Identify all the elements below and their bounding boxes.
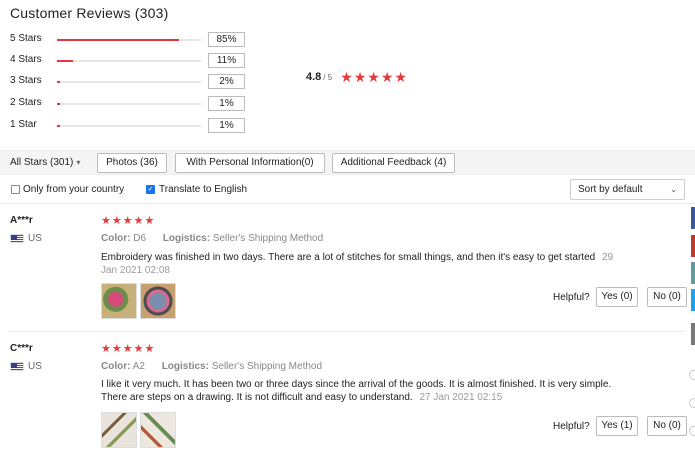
rating-row-1[interactable]: 1 Star 1%: [10, 118, 250, 134]
helpful-yes-button[interactable]: Yes (1): [596, 416, 638, 436]
review-text-block: Embroidery was finished in two days. The…: [101, 251, 631, 277]
helpful-yes-button[interactable]: Yes (0): [596, 287, 638, 307]
logistics-value: Seller's Shipping Method: [211, 361, 323, 372]
rating-row-5[interactable]: 5 Stars 85%: [10, 32, 250, 48]
rating-label: 3 Stars: [10, 75, 42, 86]
feedback-icon[interactable]: [689, 398, 695, 408]
only-country-checkbox[interactable]: [11, 185, 20, 194]
logistics-value: Seller's Shipping Method: [212, 233, 324, 244]
us-flag-icon: [10, 362, 24, 371]
all-stars-dropdown[interactable]: All Stars (301) ▾: [10, 157, 80, 168]
rating-bar-fill: [57, 60, 73, 62]
filter-additional-feedback-button[interactable]: Additional Feedback (4): [332, 153, 455, 173]
sort-select[interactable]: Sort by default ⌄: [570, 179, 685, 200]
share-tab-pinterest[interactable]: [691, 235, 695, 257]
helpful-no-button[interactable]: No (0): [647, 287, 687, 307]
review-text-block: I like it very much. It has been two or …: [101, 378, 631, 404]
review-date: 27 Jan 2021 02:15: [419, 392, 503, 403]
rating-row-4[interactable]: 4 Stars 11%: [10, 53, 250, 69]
rating-bar-track: [57, 81, 201, 83]
reviewer-name: C***r: [10, 343, 33, 354]
logistics-label: Logistics:: [162, 233, 211, 244]
reviewer-country: US: [28, 361, 42, 372]
review-photo-thumbnail[interactable]: [101, 412, 137, 448]
share-tab-vk[interactable]: [691, 262, 695, 284]
review-divider: [10, 331, 685, 332]
help-icon[interactable]: [689, 426, 695, 436]
rating-bar-track: [57, 103, 201, 105]
rating-label: 1 Star: [10, 119, 37, 130]
rating-label: 5 Stars: [10, 33, 42, 44]
chevron-down-icon: ▾: [76, 158, 81, 167]
translate-checkbox[interactable]: ✓: [146, 185, 155, 194]
options-row: Only from your country ✓ Translate to En…: [0, 176, 695, 204]
only-country-label[interactable]: Only from your country: [23, 184, 124, 195]
rating-percent: 1%: [208, 96, 245, 111]
review-photo-thumbnail[interactable]: [101, 283, 137, 319]
helpful-label: Helpful?: [553, 292, 590, 303]
review-text: Embroidery was finished in two days. The…: [101, 252, 596, 263]
translate-label[interactable]: Translate to English: [159, 184, 247, 195]
review-item: A***r US ★★★★★ Color: D6 Logistics: Sell…: [0, 205, 695, 332]
review-meta: Color: D6 Logistics: Seller's Shipping M…: [101, 233, 323, 244]
rating-bar-fill: [57, 81, 60, 83]
average-rating: 4.8: [306, 71, 322, 83]
chevron-down-icon: ⌄: [670, 185, 677, 194]
rating-bar-track: [57, 60, 201, 62]
color-label: Color:: [101, 233, 131, 244]
rating-label: 2 Stars: [10, 97, 42, 108]
helpful-no-button[interactable]: No (0): [647, 416, 687, 436]
filter-personal-info-button[interactable]: With Personal Information(0): [175, 153, 325, 173]
review-meta: Color: A2 Logistics: Seller's Shipping M…: [101, 361, 322, 372]
rating-bar-track: [57, 39, 201, 41]
share-tab-facebook[interactable]: [691, 207, 695, 229]
review-photo-thumbnail[interactable]: [140, 283, 176, 319]
rating-row-2[interactable]: 2 Stars 1%: [10, 96, 250, 112]
reviewer-country: US: [28, 233, 42, 244]
color-value: A2: [132, 361, 145, 372]
rating-label: 4 Stars: [10, 54, 42, 65]
share-tab-more[interactable]: [691, 323, 695, 345]
review-stars-icon: ★★★★★: [101, 215, 156, 227]
rating-bar-fill: [57, 103, 60, 105]
rating-row-3[interactable]: 3 Stars 2%: [10, 74, 250, 90]
rating-percent: 2%: [208, 74, 245, 89]
filter-photos-button[interactable]: Photos (36): [97, 153, 167, 173]
review-stars-icon: ★★★★★: [101, 343, 156, 355]
rating-percent: 1%: [208, 118, 245, 133]
rating-bar-fill: [57, 39, 180, 41]
filter-bar: All Stars (301) ▾ Photos (36) With Person…: [0, 150, 695, 175]
scroll-top-icon[interactable]: [689, 370, 695, 380]
helpful-label: Helpful?: [553, 421, 590, 432]
star-rating-icon: ★★★★★: [340, 68, 408, 85]
rating-scale: / 5: [323, 72, 333, 82]
share-tab-twitter[interactable]: [691, 289, 695, 311]
sort-value: Sort by default: [578, 184, 643, 195]
rating-percent: 85%: [208, 32, 245, 47]
color-label: Color:: [101, 361, 131, 372]
review-photo-thumbnail[interactable]: [140, 412, 176, 448]
rating-bar-track: [57, 125, 201, 127]
rating-bar-fill: [57, 125, 60, 127]
page-title: Customer Reviews (303): [10, 5, 169, 21]
all-stars-label: All Stars (301): [10, 157, 74, 168]
us-flag-icon: [10, 234, 24, 243]
logistics-label: Logistics:: [161, 361, 209, 372]
rating-percent: 11%: [208, 53, 245, 68]
reviewer-name: A***r: [10, 215, 33, 226]
rating-summary: 4.8 / 5 ★★★★★: [306, 69, 408, 85]
color-value: D6: [133, 233, 147, 244]
review-item: C***r US ★★★★★ Color: A2 Logistics: Sell…: [0, 333, 695, 460]
review-text: I like it very much. It has been two or …: [101, 379, 612, 403]
